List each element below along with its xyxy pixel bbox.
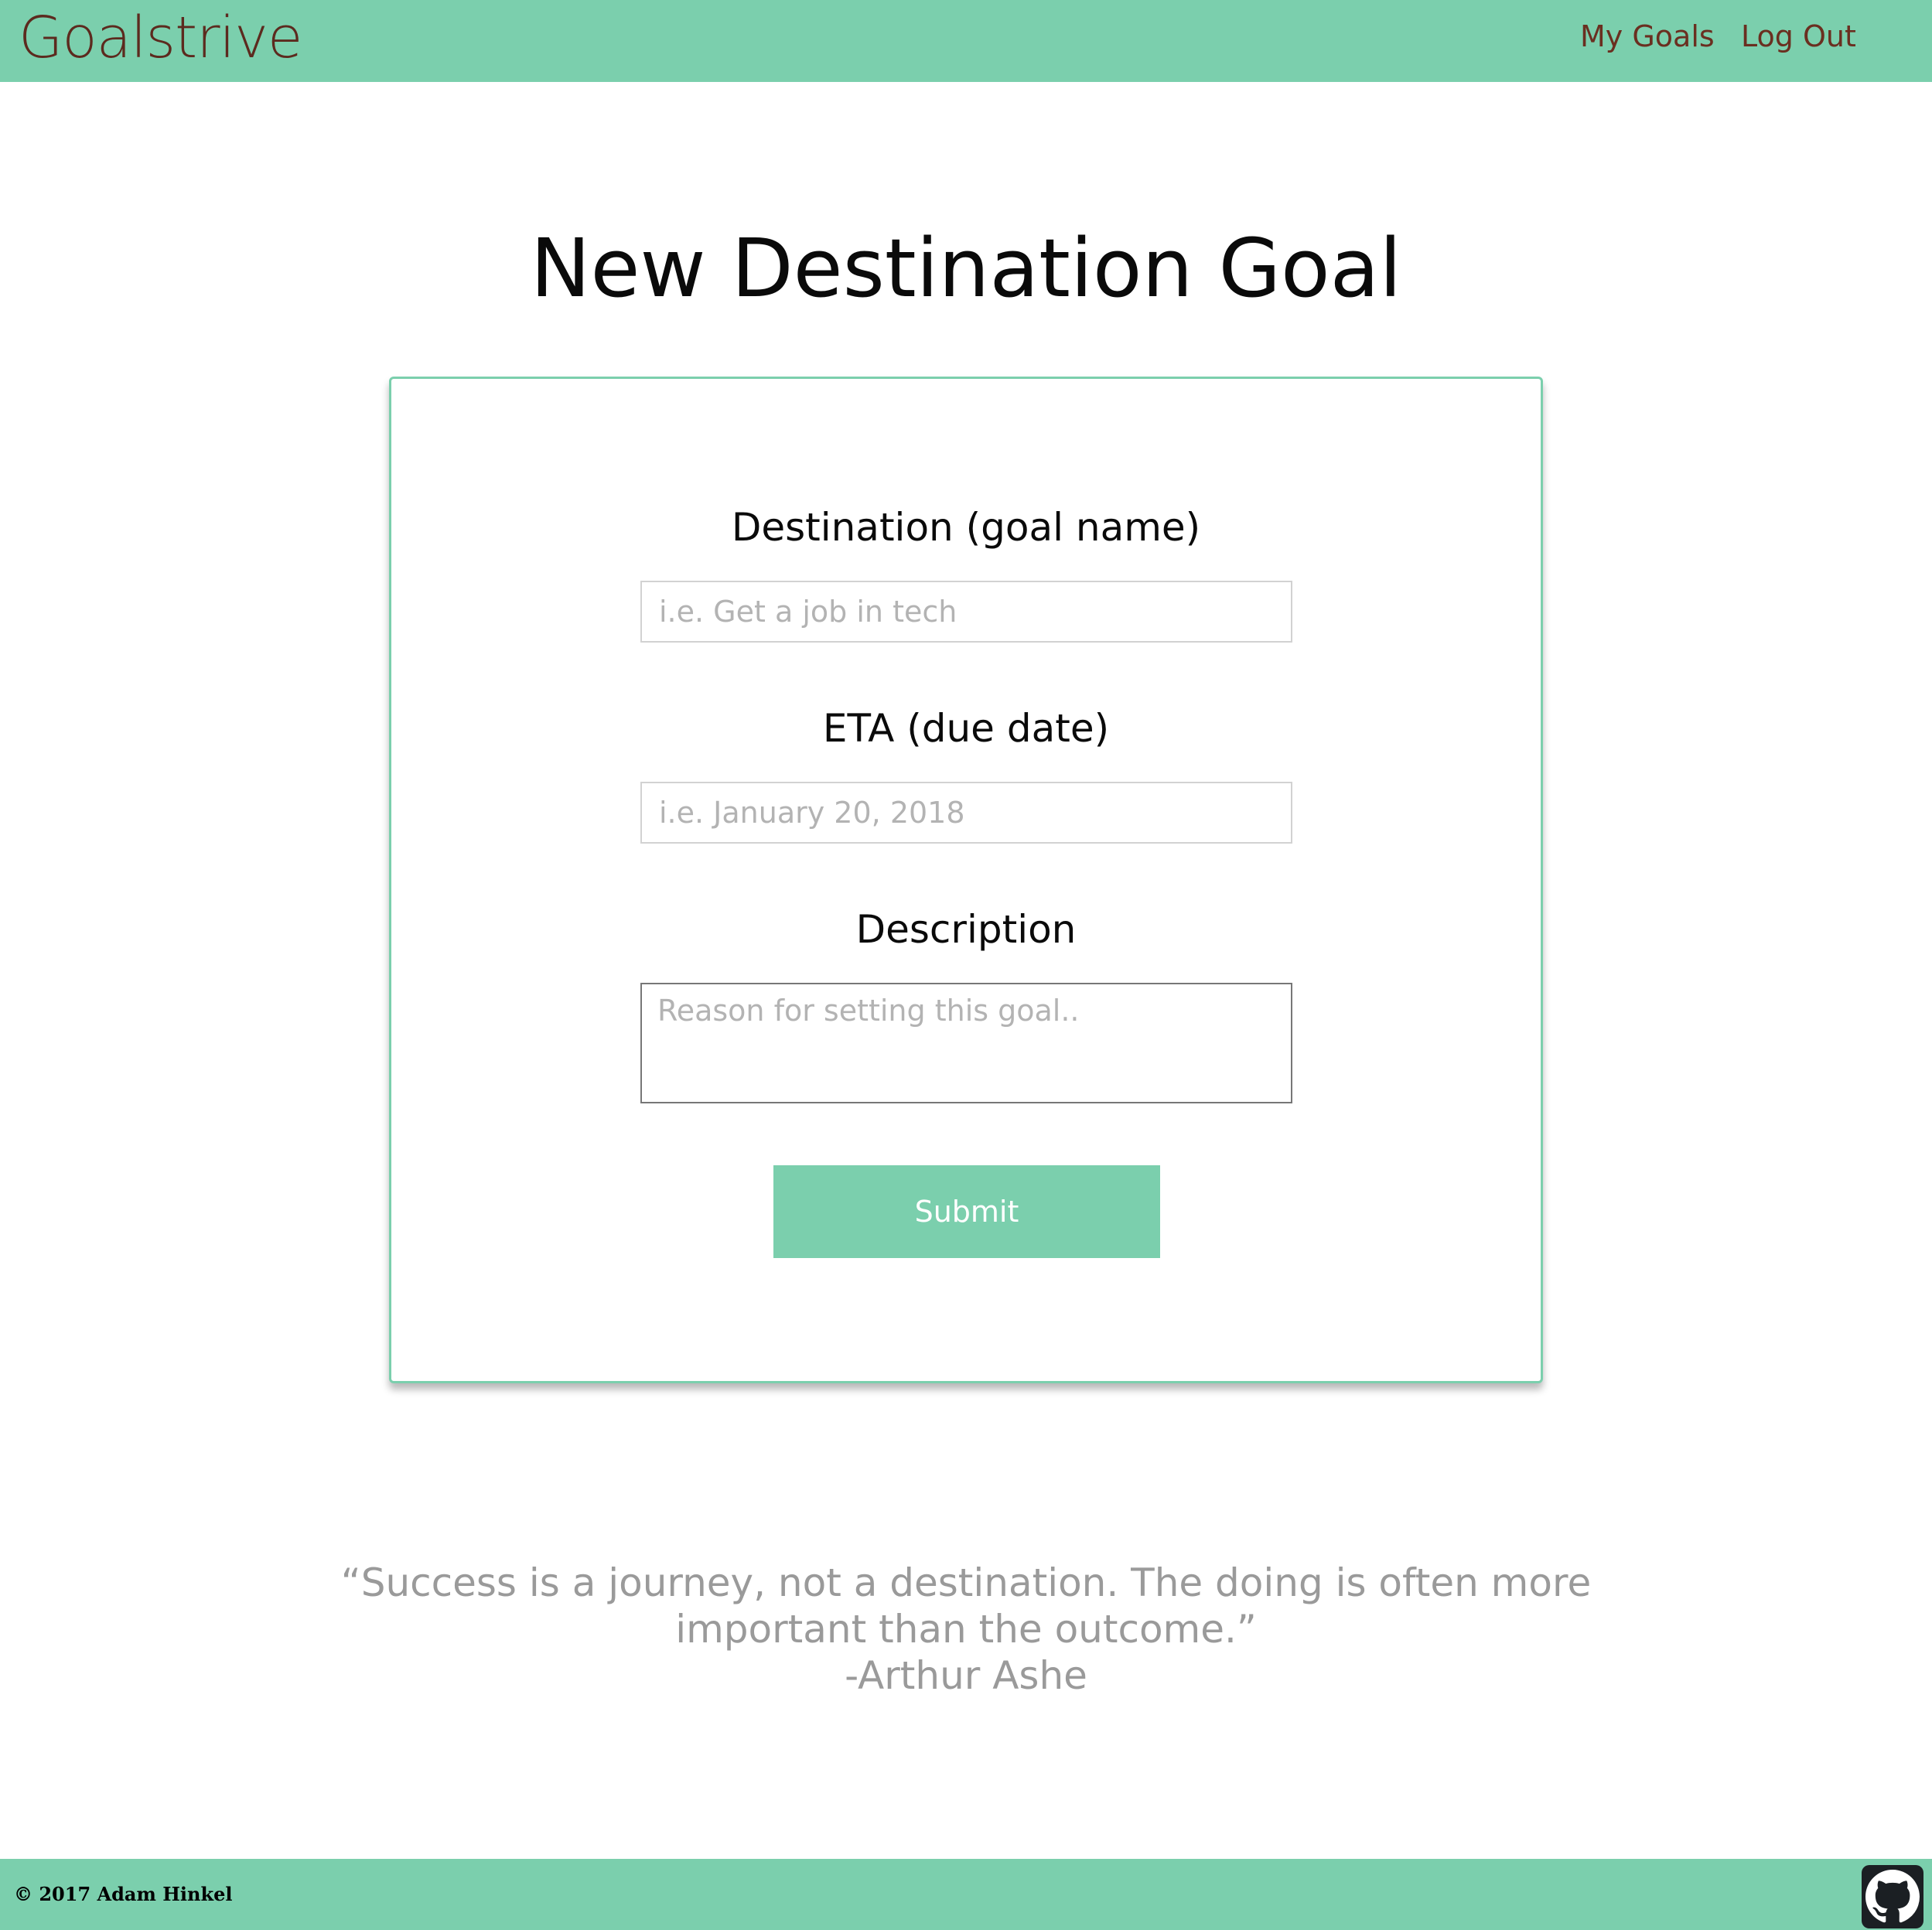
quote-author: -Arthur Ashe [845,1653,1087,1698]
page-title: New Destination Goal [530,221,1402,315]
footer: © 2017 Adam Hinkel [0,1859,1932,1930]
github-icon [1865,1870,1920,1923]
goal-form-card: Destination (goal name) ETA (due date) D… [389,377,1543,1383]
copyright-text: © 2017 Adam Hinkel [14,1883,233,1905]
top-navbar: Goalstrive My Goals Log Out [0,0,1932,82]
destination-label: Destination (goal name) [731,505,1201,550]
nav-my-goals-link[interactable]: My Goals [1580,17,1715,56]
nav-log-out-link[interactable]: Log Out [1741,17,1856,56]
destination-input[interactable] [640,581,1292,643]
eta-input[interactable] [640,782,1292,844]
description-label: Description [855,907,1077,952]
submit-button[interactable]: Submit [773,1165,1160,1258]
eta-label: ETA (due date) [822,706,1110,751]
quote-line-2: important than the outcome.” [675,1607,1257,1652]
quote-block: “Success is a journey, not a destination… [0,1560,1932,1699]
github-link[interactable] [1862,1865,1923,1928]
quote-line-1: “Success is a journey, not a destination… [340,1560,1592,1605]
brand-logo[interactable]: Goalstrive [19,3,302,73]
description-textarea[interactable] [640,983,1292,1103]
